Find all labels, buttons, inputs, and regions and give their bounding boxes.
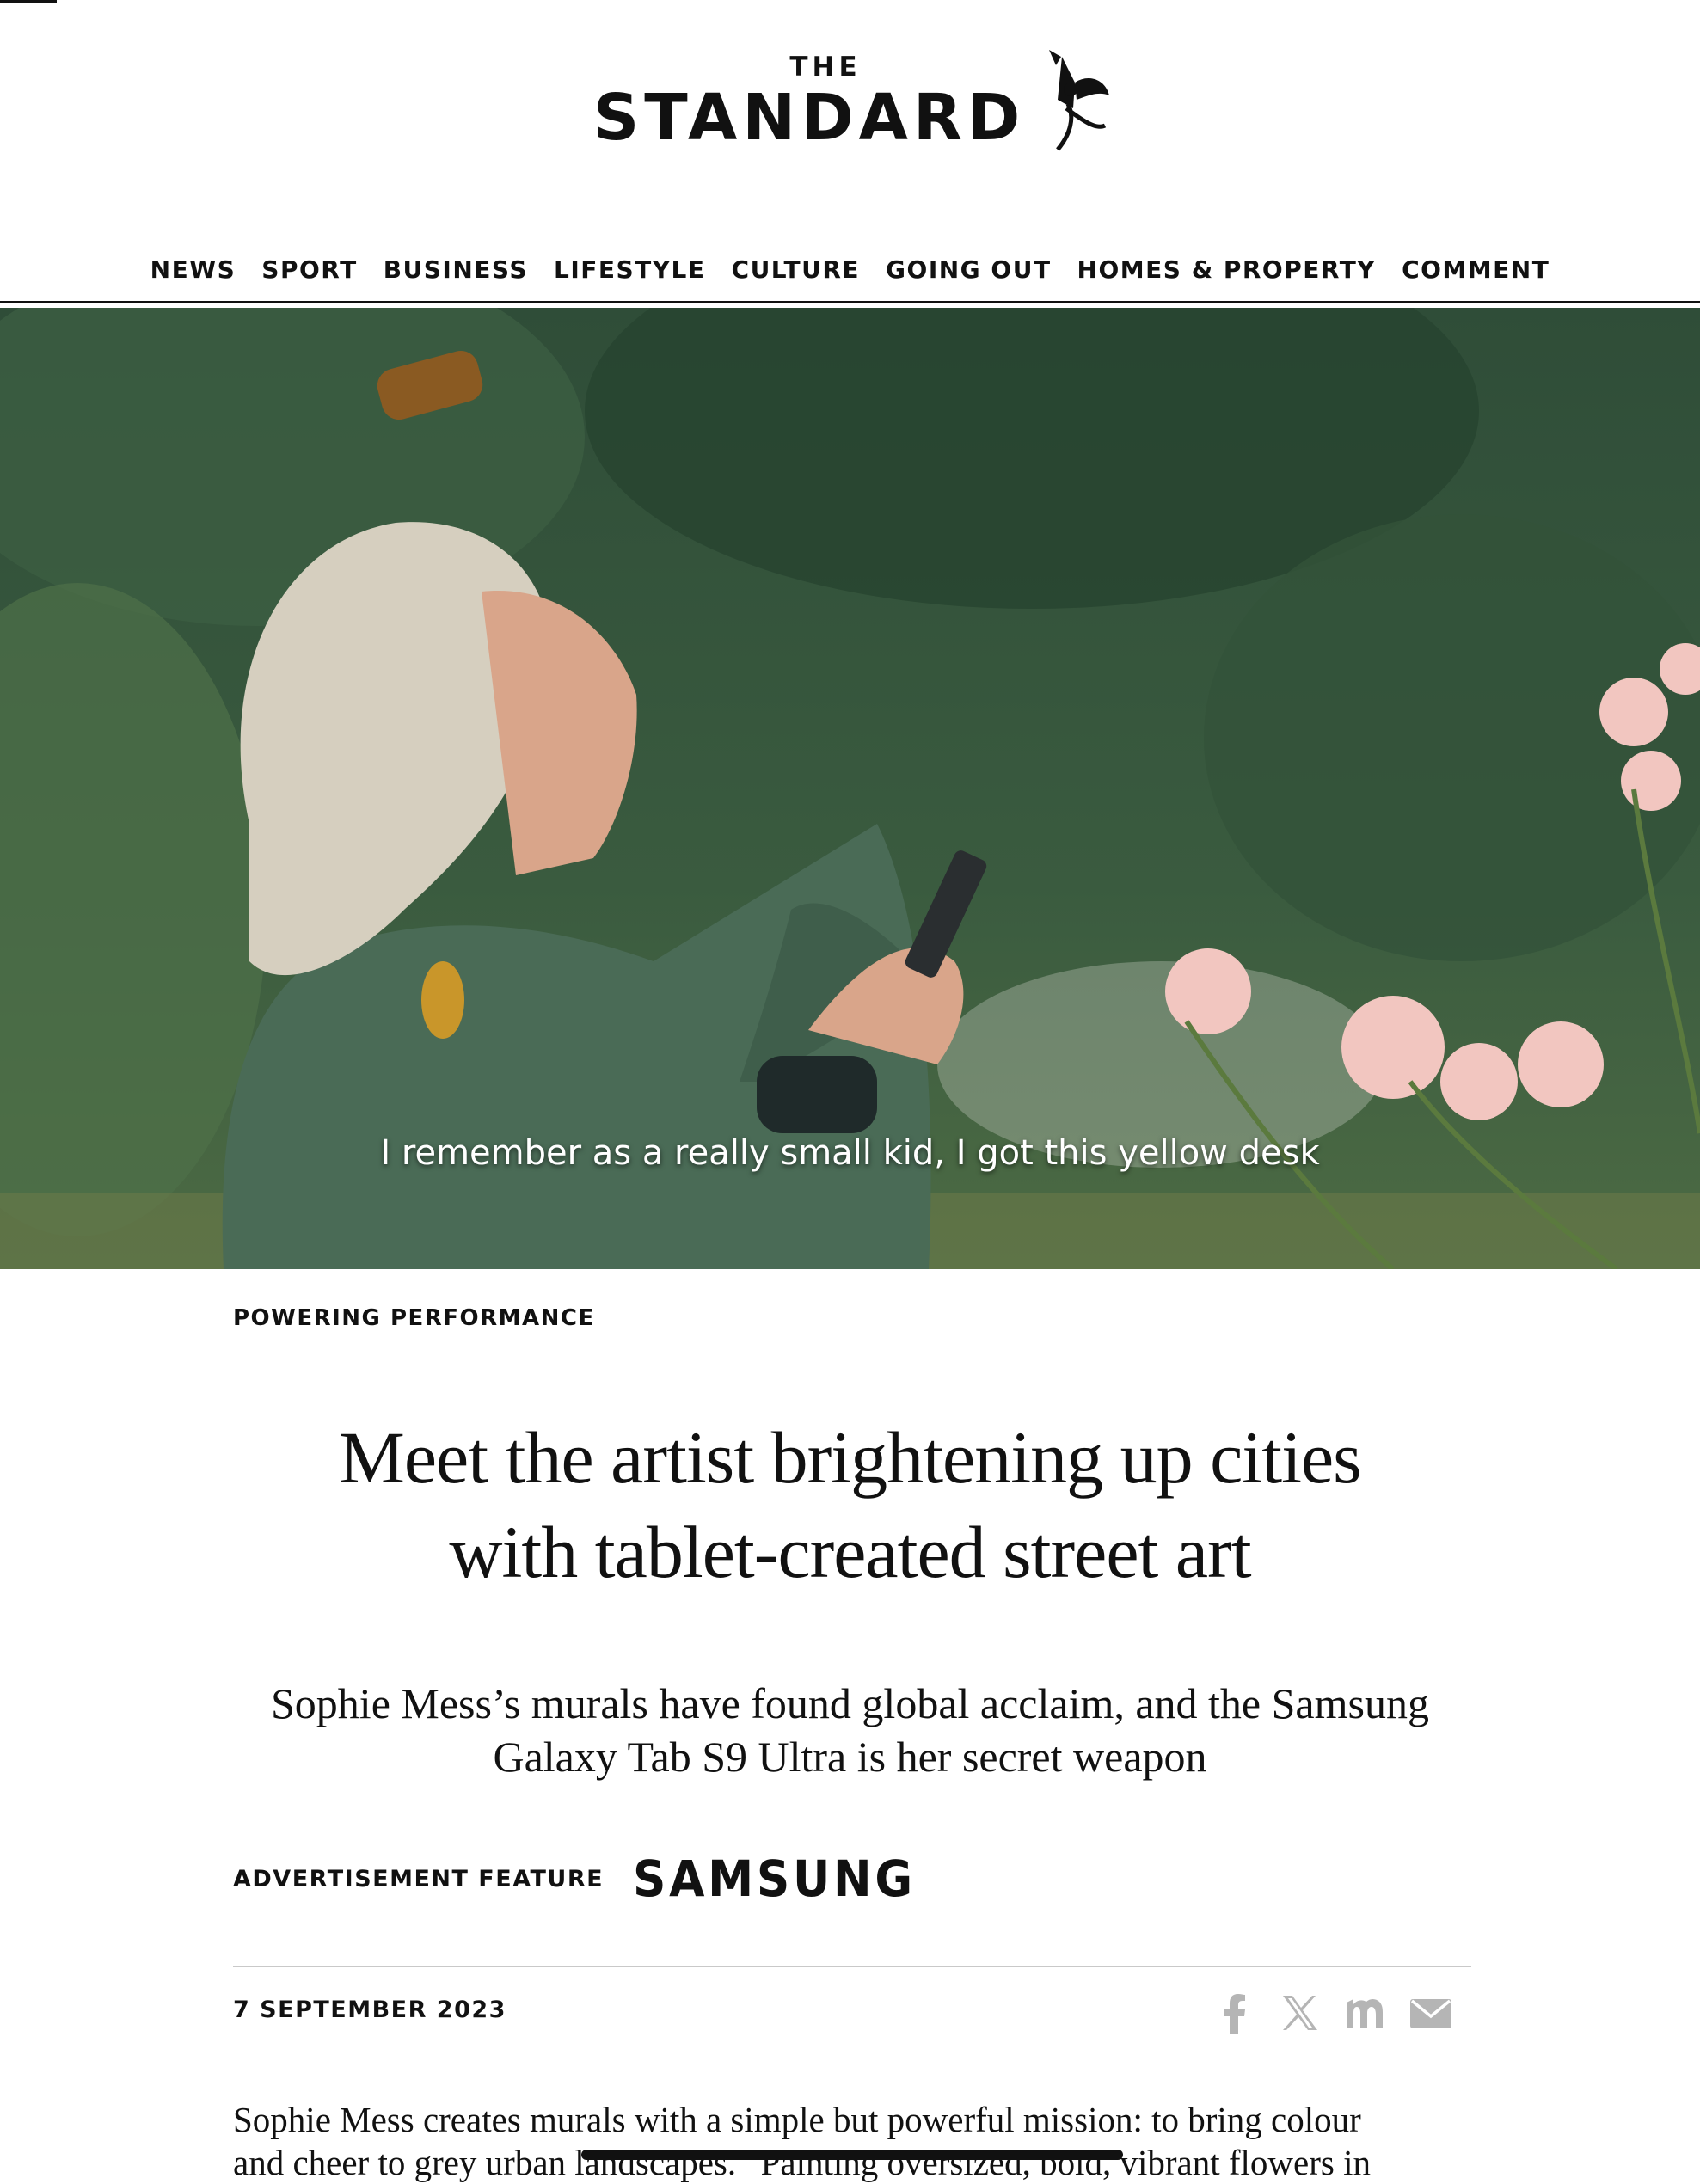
- share-bar: [1212, 1986, 1453, 2040]
- nav-sport[interactable]: SPORT: [261, 249, 357, 301]
- video-subtitle: I remember as a really small kid, I got …: [380, 1133, 1320, 1173]
- nav-news[interactable]: NEWS: [150, 249, 236, 301]
- main-nav: NEWS SPORT BUSINESS LIFESTYLE CULTURE GO…: [0, 249, 1700, 303]
- site-logo[interactable]: THE STANDARD: [593, 48, 1126, 160]
- article-headline: Meet the artist brightening up cities wi…: [215, 1410, 1485, 1599]
- logo-standard: STANDARD: [593, 81, 1026, 155]
- section-kicker[interactable]: POWERING PERFORMANCE: [233, 1305, 595, 1331]
- standfirst-line-2: Galaxy Tab S9 Ultra is her secret weapon: [493, 1733, 1207, 1781]
- publish-date: 7 SEPTEMBER 2023: [233, 1997, 506, 2023]
- email-icon[interactable]: [1408, 1991, 1453, 2035]
- sponsor-logo[interactable]: SAMSUNG: [633, 1850, 916, 1908]
- body-line-1: Sophie Mess creates murals with a simple…: [233, 2100, 1361, 2139]
- x-icon[interactable]: [1278, 1991, 1323, 2035]
- headline-line-1: Meet the artist brightening up cities: [339, 1416, 1361, 1499]
- threads-icon[interactable]: [1343, 1991, 1388, 2035]
- article-standfirst: Sophie Mess’s murals have found global a…: [215, 1677, 1485, 1783]
- divider: [233, 1966, 1471, 1967]
- standfirst-line-1: Sophie Mess’s murals have found global a…: [271, 1679, 1429, 1727]
- masthead: THE STANDARD: [0, 0, 1700, 172]
- article-body: Sophie Mess creates murals with a simple…: [233, 2098, 1471, 2184]
- body-line-2: and cheer to grey urban landscapes. “Pai…: [233, 2143, 1371, 2182]
- winged-figure-icon: [1049, 50, 1109, 151]
- facebook-icon[interactable]: [1212, 1991, 1257, 2035]
- home-indicator[interactable]: [581, 2150, 1123, 2160]
- advertisement-row: ADVERTISEMENT FEATURE SAMSUNG: [233, 1849, 940, 1909]
- nav-business[interactable]: BUSINESS: [384, 249, 528, 301]
- logo-the: THE: [789, 52, 862, 83]
- nav-going-out[interactable]: GOING OUT: [886, 249, 1052, 301]
- advertisement-label: ADVERTISEMENT FEATURE: [233, 1865, 605, 1893]
- nav-culture[interactable]: CULTURE: [732, 249, 861, 301]
- nav-lifestyle[interactable]: LIFESTYLE: [554, 249, 706, 301]
- headline-line-2: with tablet-created street art: [449, 1511, 1251, 1593]
- hero-video[interactable]: I remember as a really small kid, I got …: [0, 308, 1700, 1269]
- nav-comment[interactable]: COMMENT: [1402, 249, 1550, 301]
- nav-homes-property[interactable]: HOMES & PROPERTY: [1077, 249, 1377, 301]
- hero-image: [0, 308, 1700, 1269]
